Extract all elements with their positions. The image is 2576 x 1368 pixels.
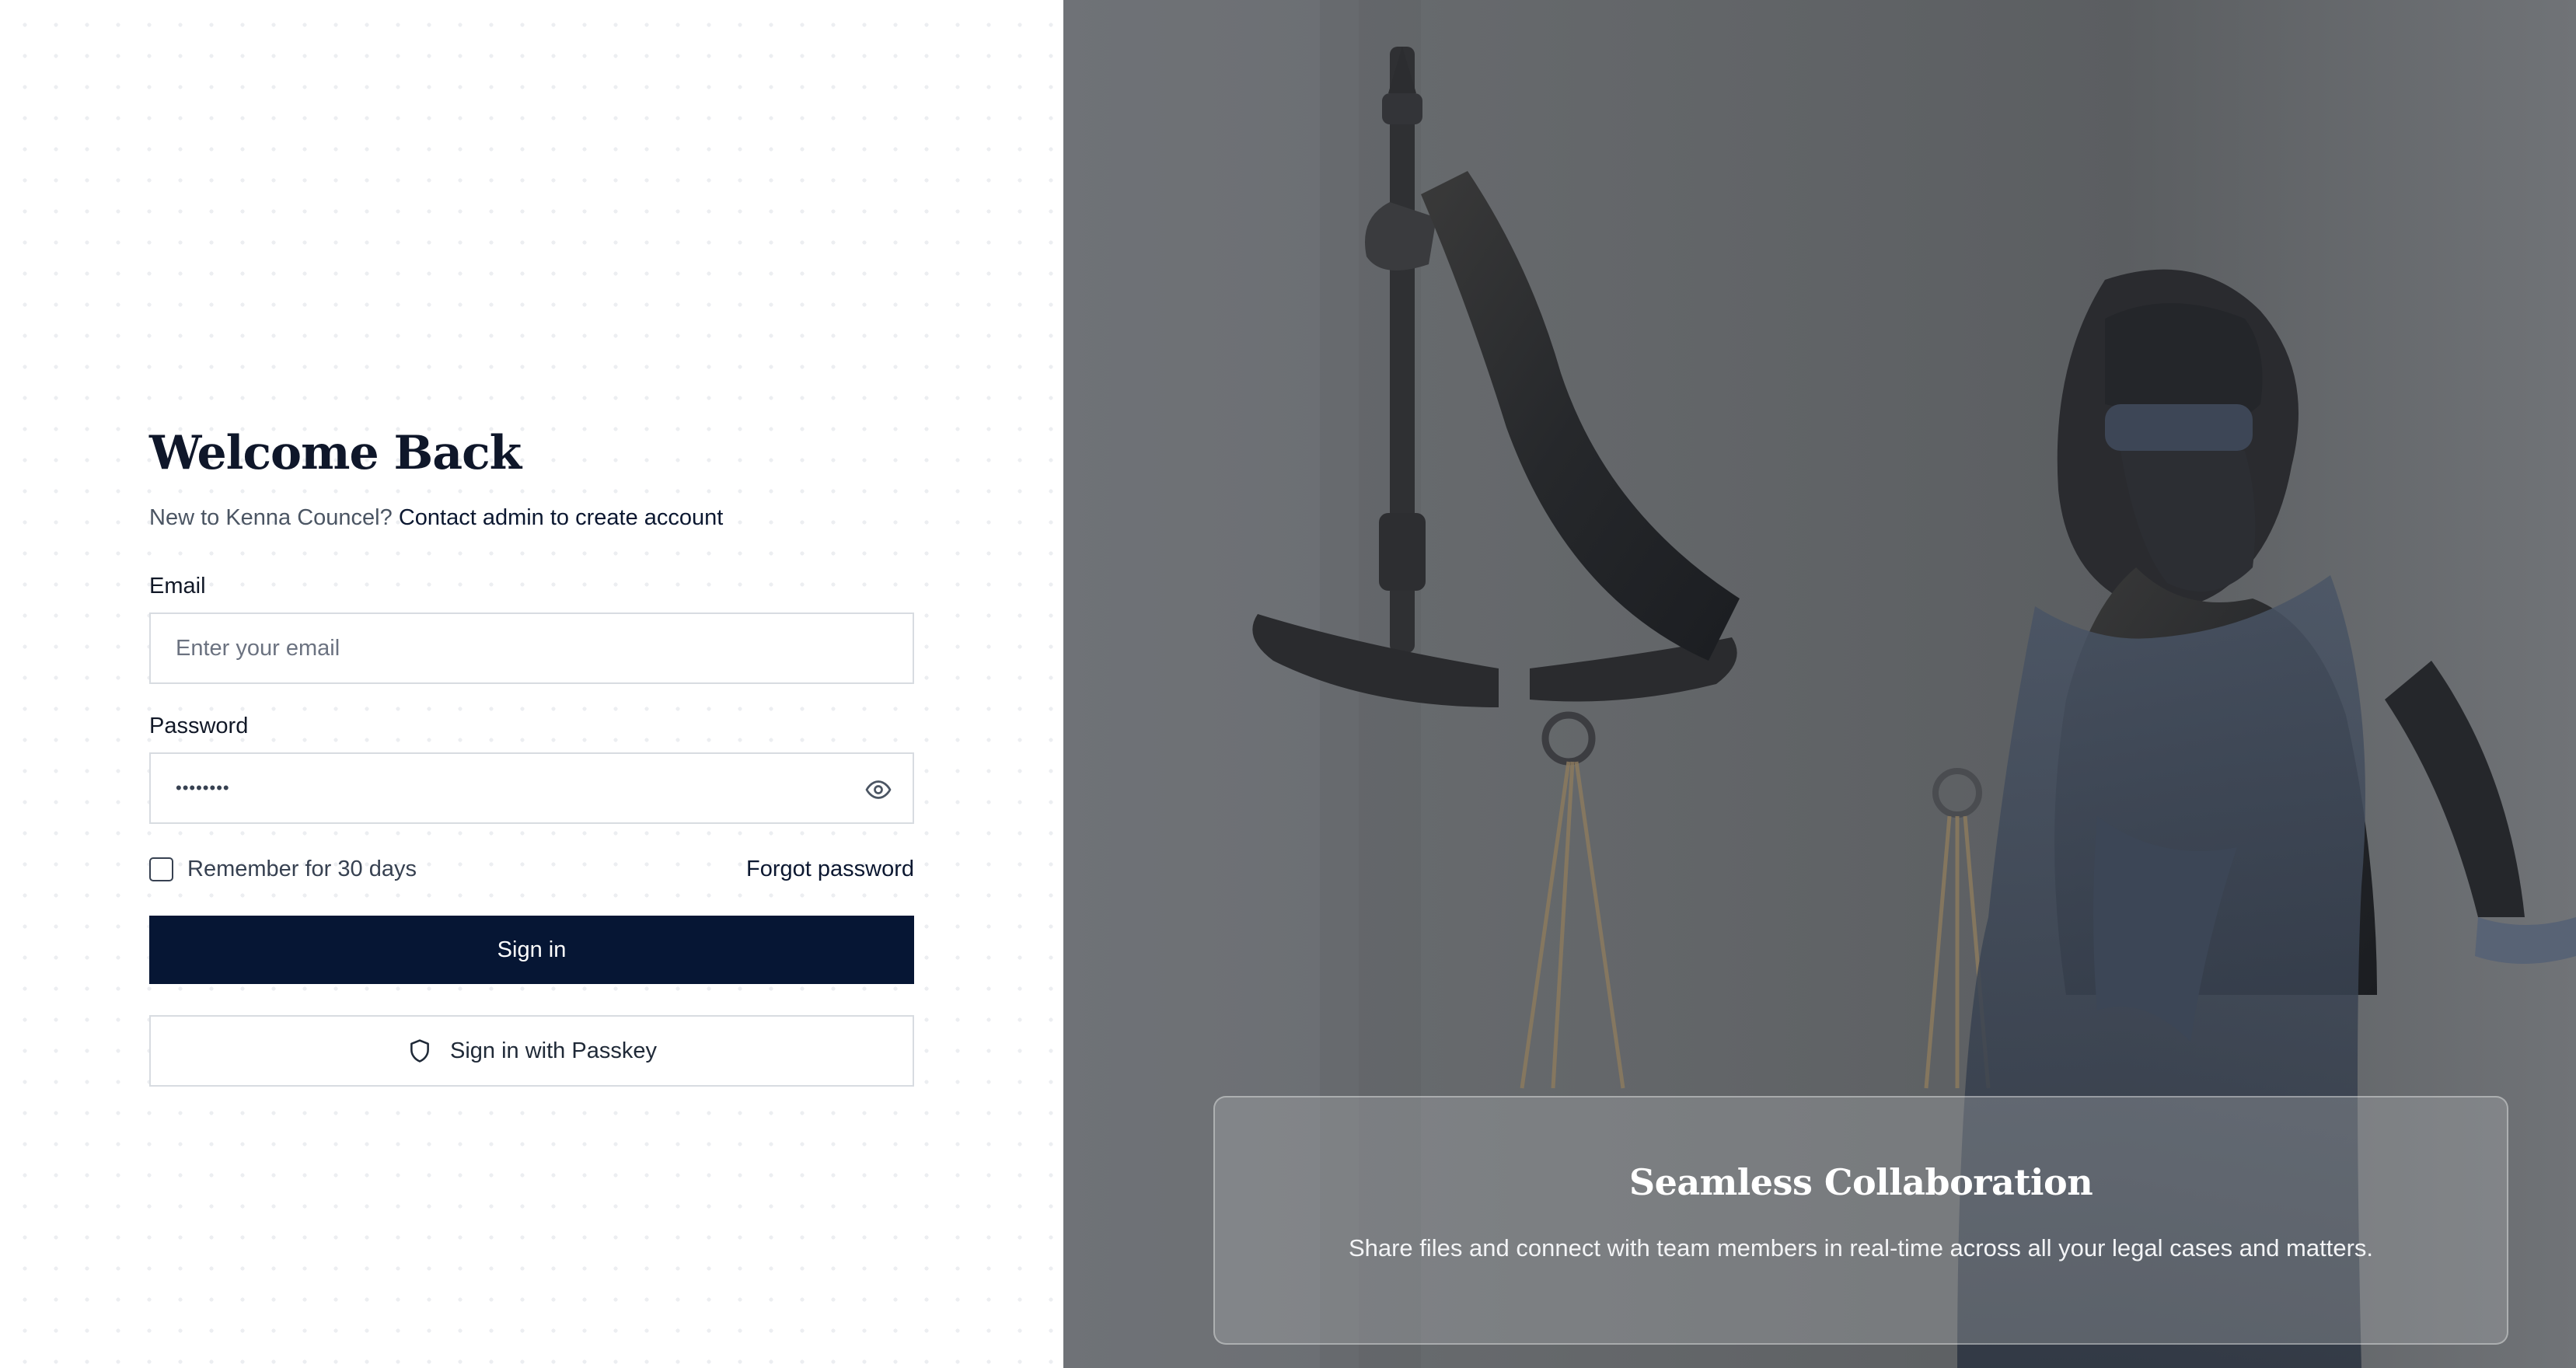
login-form: Welcome Back New to Kenna Councel? Conta… [149,420,914,1087]
forgot-password-link[interactable]: Forgot password [746,857,914,882]
password-label: Password [149,714,249,738]
sign-in-button[interactable]: Sign in [149,916,914,984]
shield-icon [410,1039,429,1063]
login-panel: Welcome Back New to Kenna Councel? Conta… [0,0,1063,1368]
passkey-sign-in-button[interactable]: Sign in with Passkey [149,1015,914,1087]
remember-checkbox-group[interactable]: Remember for 30 days [149,857,417,882]
remember-label: Remember for 30 days [187,856,417,881]
signup-prompt-text: New to Kenna Councel? [149,505,393,530]
email-label: Email [149,574,206,598]
passkey-label: Sign in with Passkey [450,1038,657,1063]
contact-admin-link[interactable]: Contact admin to create account [399,505,724,530]
eye-icon[interactable] [864,776,892,804]
remember-checkbox[interactable] [149,857,173,881]
email-field-container [149,612,914,684]
feature-card-title: Seamless Collaboration [1628,1161,2093,1203]
options-row: Remember for 30 days Forgot password [149,853,914,885]
page-title: Welcome Back [149,426,522,480]
feature-card: Seamless Collaboration Share files and c… [1213,1096,2508,1345]
sign-in-label: Sign in [497,937,567,962]
password-field-container [149,752,914,824]
hero-panel: Seamless Collaboration Share files and c… [1063,0,2576,1368]
feature-card-text: Share files and connect with team member… [1348,1234,2374,1262]
password-field[interactable] [176,778,844,798]
email-field[interactable] [176,635,844,661]
signup-prompt: New to Kenna Councel? Contact admin to c… [149,502,914,533]
